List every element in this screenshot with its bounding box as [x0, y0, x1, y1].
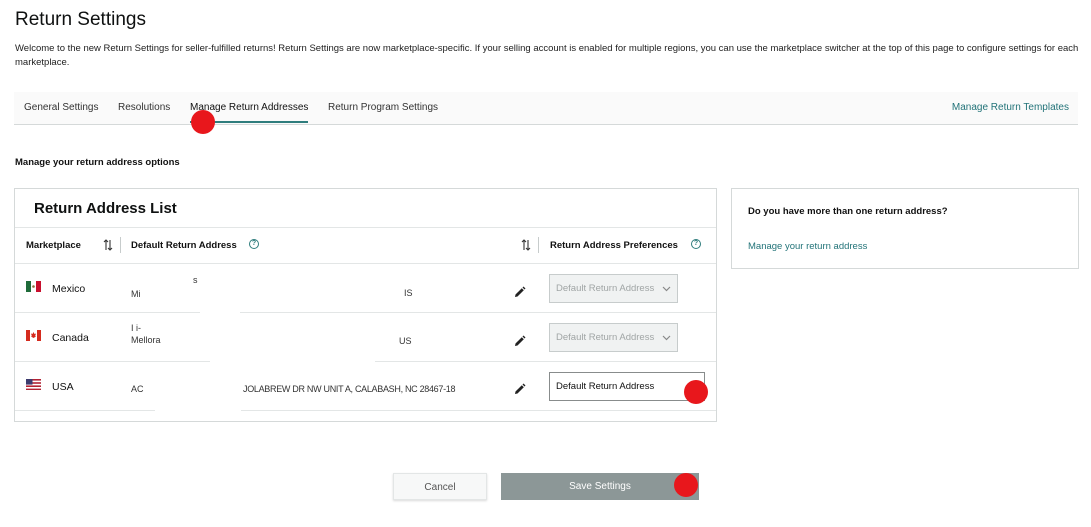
column-separator	[538, 237, 539, 253]
help-side-card: Do you have more than one return address…	[731, 188, 1079, 269]
intro-text: Welcome to the new Return Settings for s…	[15, 43, 1079, 68]
address-line: s	[193, 275, 198, 285]
tab-resolutions[interactable]: Resolutions	[118, 102, 170, 113]
cancel-button[interactable]: Cancel	[393, 473, 487, 500]
country-name: Canada	[52, 332, 89, 344]
click-marker	[684, 380, 708, 404]
help-icon[interactable]: ?	[249, 239, 259, 249]
redaction-mask	[210, 317, 375, 362]
edit-pencil-icon[interactable]	[513, 335, 526, 348]
address-line: IS	[404, 288, 413, 298]
preference-select[interactable]: Default Return Address	[549, 323, 678, 352]
country-name: USA	[52, 381, 74, 393]
redaction-mask	[155, 367, 241, 415]
address-line: Mellora	[131, 335, 161, 345]
address-line: JOLABREW DR NW UNIT A, CALABASH, NC 2846…	[243, 384, 456, 394]
manage-return-templates-link[interactable]: Manage Return Templates	[952, 102, 1069, 113]
section-subheading: Manage your return address options	[15, 157, 180, 168]
return-address-list-title: Return Address List	[34, 200, 177, 217]
tabs-bar: General Settings Resolutions Manage Retu…	[14, 92, 1078, 125]
header-default-return-address: Default Return Address	[131, 240, 237, 251]
country-name: Mexico	[52, 283, 86, 295]
table-row-usa: USA AC JOLABREW DR NW UNIT A, CALABASH, …	[15, 362, 716, 411]
preference-select-value: Default Return Address	[556, 283, 655, 294]
canada-flag-icon	[26, 330, 41, 341]
header-return-address-preferences: Return Address Preferences	[550, 240, 678, 251]
preference-select-value: Default Return Address	[556, 332, 655, 343]
address-line: US	[399, 336, 412, 346]
preference-select-value: Default Return Address	[556, 381, 655, 392]
sort-icon[interactable]	[521, 238, 531, 252]
address-line: Mi	[131, 289, 141, 299]
preference-select[interactable]: Default Return Address	[549, 372, 705, 401]
side-question: Do you have more than one return address…	[748, 206, 948, 217]
edit-pencil-icon[interactable]	[513, 286, 526, 299]
page-title: Return Settings	[15, 9, 146, 30]
manage-return-address-link[interactable]: Manage your return address	[748, 241, 867, 252]
save-settings-button[interactable]: Save Settings	[501, 473, 699, 500]
address-line: I i-	[131, 323, 141, 333]
return-address-list-card: Return Address List Marketplace Default …	[14, 188, 717, 422]
usa-flag-icon	[26, 379, 41, 390]
tab-return-program-settings[interactable]: Return Program Settings	[328, 102, 438, 113]
preference-select[interactable]: Default Return Address	[549, 274, 678, 303]
click-marker	[674, 473, 698, 497]
table-row-mexico: Mexico s Mi IS Default Return Address	[15, 264, 716, 313]
table-header: Marketplace Default Return Address ? Ret…	[15, 227, 716, 264]
chevron-down-icon	[662, 335, 671, 341]
edit-pencil-icon[interactable]	[513, 383, 526, 396]
address-line: AC	[131, 384, 144, 394]
chevron-down-icon	[662, 286, 671, 292]
header-marketplace: Marketplace	[26, 240, 81, 251]
mexico-flag-icon	[26, 281, 41, 292]
help-icon[interactable]: ?	[691, 239, 701, 249]
tab-general-settings[interactable]: General Settings	[24, 102, 99, 113]
column-separator	[120, 237, 121, 253]
sort-icon[interactable]	[103, 238, 113, 252]
click-marker	[191, 110, 215, 134]
